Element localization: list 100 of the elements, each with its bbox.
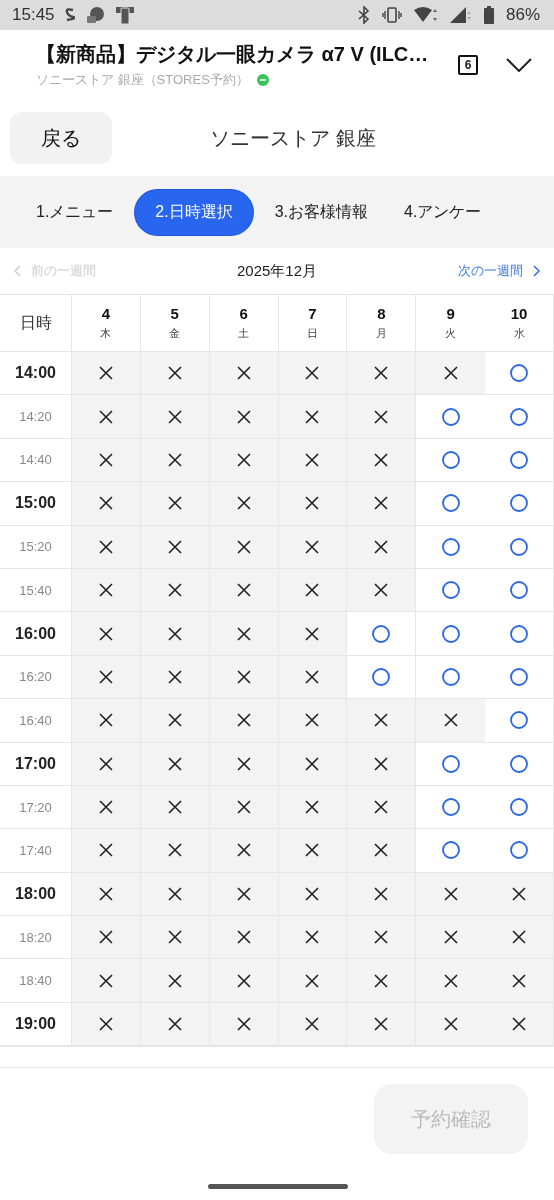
unavailable-cross-icon [374, 409, 389, 424]
unavailable-cross-icon [305, 1017, 320, 1032]
available-circle-icon [441, 494, 460, 513]
next-week-link[interactable]: 次の一週間 [400, 262, 540, 280]
unavailable-cross-icon [236, 626, 251, 641]
time-label: 16:00 [15, 624, 56, 643]
time-label: 18:40 [19, 973, 52, 989]
unavailable-cross-icon [167, 1017, 182, 1032]
available-circle-icon [510, 581, 529, 600]
chevron-down-icon[interactable] [506, 58, 532, 72]
unavailable-cross-icon [443, 886, 458, 901]
time-slot[interactable] [347, 612, 417, 656]
unavailable-cross-icon [167, 843, 182, 858]
time-label: 16:20 [19, 669, 52, 685]
unavailable-cross-icon [167, 366, 182, 381]
unavailable-cross-icon [374, 496, 389, 511]
unavailable-cross-icon [167, 930, 182, 945]
time-slot[interactable] [485, 568, 554, 613]
step-tab[interactable]: 3.お客様情報 [260, 189, 383, 235]
page-title: 【新商品】デジタル一眼カメラ α7 V (ILC… [36, 42, 430, 67]
time-slot[interactable] [485, 395, 554, 439]
available-circle-icon [510, 364, 529, 383]
unavailable-cross-icon [98, 843, 113, 858]
unavailable-cross-icon [305, 539, 320, 554]
day-number: 5 [170, 305, 179, 322]
unavailable-cross-icon [167, 713, 182, 728]
time-slot[interactable] [485, 438, 554, 483]
time-label: 17:20 [19, 799, 52, 815]
unavailable-cross-icon [374, 800, 389, 815]
unavailable-cross-icon [167, 409, 182, 424]
weekday-label: 月 [375, 326, 387, 341]
unavailable-cross-icon [167, 539, 182, 554]
unavailable-cross-icon [374, 756, 389, 771]
unavailable-cross-icon [236, 713, 251, 728]
time-slot[interactable] [485, 612, 554, 656]
unavailable-cross-icon [236, 366, 251, 381]
time-label: 16:40 [19, 712, 52, 728]
unavailable-cross-icon [236, 800, 251, 815]
unavailable-cross-icon [98, 973, 113, 988]
unavailable-cross-icon [305, 626, 320, 641]
available-circle-icon [441, 841, 460, 860]
unavailable-cross-icon [512, 886, 527, 901]
step-tab[interactable]: 4.アンケー [390, 189, 496, 235]
available-circle-icon [441, 450, 460, 469]
time-label: 18:00 [15, 884, 56, 903]
time-slot[interactable] [485, 352, 554, 396]
battery-percent: 86% [505, 5, 540, 25]
available-circle-icon [441, 624, 460, 643]
available-circle-icon [510, 537, 529, 556]
time-slot[interactable] [347, 655, 417, 700]
unavailable-cross-icon [374, 886, 389, 901]
unavailable-cross-icon [236, 583, 251, 598]
time-label: 14:20 [19, 409, 52, 425]
unavailable-cross-icon [374, 583, 389, 598]
site-subtitle: ソニーストア 銀座（STORES予約） [36, 71, 249, 89]
time-slot[interactable] [485, 525, 554, 569]
time-label: 15:20 [19, 539, 52, 555]
unavailable-cross-icon [305, 409, 320, 424]
unavailable-cross-icon [443, 930, 458, 945]
back-button[interactable]: 戻る [10, 112, 112, 164]
day-number: 4 [101, 305, 111, 322]
time-slot[interactable] [485, 699, 554, 743]
unavailable-cross-icon [374, 1017, 389, 1032]
battery-icon [483, 6, 494, 24]
available-circle-icon [510, 494, 529, 513]
available-circle-icon [441, 754, 460, 773]
unavailable-cross-icon [236, 1017, 251, 1032]
unavailable-cross-icon [236, 539, 251, 554]
weekday-label: 水 [513, 326, 525, 341]
unavailable-cross-icon [374, 973, 389, 988]
available-circle-icon [510, 711, 529, 730]
unavailable-cross-icon [374, 452, 389, 467]
link-badge-icon [256, 74, 269, 86]
weekday-label: 日 [307, 326, 318, 341]
chat-bubble-icon [84, 5, 105, 25]
unavailable-cross-icon [374, 713, 389, 728]
unavailable-cross-icon [236, 973, 251, 988]
time-slot[interactable] [485, 829, 554, 873]
unavailable-cross-icon [236, 930, 251, 945]
unavailable-cross-icon [512, 1017, 527, 1032]
step-tab[interactable]: 2.日時選択 [135, 189, 253, 235]
wifi-icon [413, 7, 438, 23]
time-slot[interactable] [485, 655, 554, 700]
time-label: 19:00 [15, 1015, 56, 1034]
tab-count-button[interactable]: 6 [458, 55, 478, 75]
available-circle-icon [510, 407, 529, 426]
time-slot[interactable] [485, 482, 554, 526]
time-slot[interactable] [485, 785, 554, 830]
vibrate-icon [381, 7, 402, 23]
unavailable-cross-icon [236, 886, 251, 901]
weekday-label: 金 [169, 326, 181, 341]
step-tab[interactable]: 1.メニュー [22, 189, 128, 235]
unavailable-cross-icon [512, 930, 527, 945]
bluetooth-icon [357, 6, 370, 24]
unavailable-cross-icon [374, 843, 389, 858]
time-slot[interactable] [485, 742, 554, 786]
unavailable-cross-icon [167, 583, 182, 598]
unavailable-cross-icon [98, 756, 113, 771]
day-number: 9 [446, 305, 455, 322]
home-indicator[interactable] [208, 1184, 348, 1190]
